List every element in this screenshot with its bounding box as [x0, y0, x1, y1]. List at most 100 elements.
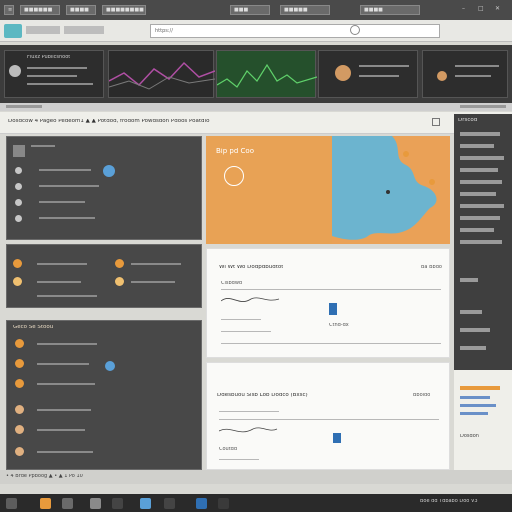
taskbar: Boe dd Tdbabo Doo V3: [0, 494, 512, 512]
app-icon[interactable]: [90, 498, 101, 509]
thumbnail-label: Fluxz Publicshoot: [27, 55, 71, 60]
doc-sub-label: Coutdd: [219, 447, 238, 452]
sidebar-item[interactable]: [460, 132, 500, 136]
sidebar-item[interactable]: [460, 168, 498, 172]
thumb-line: [27, 67, 87, 69]
close-button[interactable]: ✕: [495, 6, 500, 12]
map-view[interactable]: [332, 136, 450, 244]
signature-icon: [221, 297, 280, 302]
thumbnail-2[interactable]: [108, 50, 215, 98]
list-item-icon[interactable]: [115, 259, 124, 268]
waveform-preview-icon: [217, 63, 317, 88]
row-line: [39, 201, 85, 203]
left-panel-3: Geco Se Stoou: [6, 320, 202, 470]
doc-line: [219, 411, 279, 412]
app-icon[interactable]: [40, 498, 51, 509]
sidebar-item[interactable]: [460, 328, 490, 332]
map-shape-icon: [332, 136, 437, 240]
toolbar-item-1[interactable]: ■■■■■■: [20, 5, 60, 15]
thumbnail-3[interactable]: [216, 50, 317, 98]
list-item-icon[interactable]: [115, 277, 124, 286]
refresh-icon[interactable]: [350, 25, 360, 35]
list-item-icon[interactable]: [13, 259, 22, 268]
row-line: [37, 363, 89, 365]
thumb-line: [455, 75, 491, 77]
doc-line: [221, 289, 441, 290]
url-input[interactable]: https://: [150, 24, 440, 38]
panel-header: Geco Se Stoou: [13, 325, 54, 330]
context-text: Dosdcow 4 Pageo Pedeom1 ▲ ▲ Potdod, frod…: [8, 119, 210, 124]
sidebar-item[interactable]: [460, 204, 504, 208]
sidebar-item[interactable]: [460, 216, 500, 220]
thumbnail-1[interactable]: Fluxz Publicshoot: [4, 50, 104, 98]
doc-line: [221, 319, 261, 320]
app-icon[interactable]: [140, 498, 151, 509]
sidebar-item[interactable]: [460, 144, 494, 148]
sidebar-footer: Dosdon: [460, 434, 479, 439]
doc-right-label: Bboido: [413, 393, 431, 398]
doc-title: Ddesbuou Sisb Lob Dodco (Bxsc): [217, 393, 308, 398]
app-icon[interactable]: [164, 498, 175, 509]
status-icon[interactable]: [105, 361, 115, 371]
thumb-avatar: [9, 65, 21, 77]
list-item-icon[interactable]: [15, 447, 24, 456]
list-item-icon[interactable]: [15, 359, 24, 368]
sidebar-item[interactable]: [460, 192, 496, 196]
app-icon[interactable]: [62, 498, 73, 509]
row-bullet: [15, 215, 22, 222]
nav-back-icon[interactable]: [26, 26, 60, 34]
sidebar-item[interactable]: [460, 240, 502, 244]
doc-line: [221, 331, 271, 332]
row-line: [37, 409, 91, 411]
status-text: • 4 Brde Ppboog ▲ • ▲ 1 Po 10: [6, 474, 83, 479]
thumb-line: [455, 65, 499, 67]
sidebar-item[interactable]: [460, 346, 486, 350]
list-item-icon[interactable]: [15, 405, 24, 414]
thumb-line: [27, 75, 77, 77]
sidebar-header: Drscod: [458, 118, 478, 123]
sidebar-item[interactable]: [460, 278, 478, 282]
sidebar-item[interactable]: [460, 310, 482, 314]
thumbnail-5[interactable]: [422, 50, 508, 98]
menu-icon[interactable]: ≡: [4, 5, 14, 15]
thumbnail-4[interactable]: [318, 50, 418, 98]
row-line: [131, 281, 175, 283]
thumb-line: [359, 75, 399, 77]
doc-right-label: Ba Bbdo: [421, 265, 442, 270]
toolbar-item-5[interactable]: ■■■■■: [280, 5, 330, 15]
nav-forward-icon[interactable]: [64, 26, 104, 34]
panel-icon[interactable]: [13, 145, 25, 157]
app-icon[interactable]: [112, 498, 123, 509]
list-item-icon[interactable]: [15, 425, 24, 434]
minimize-button[interactable]: –: [462, 6, 465, 12]
doc-line: [219, 419, 439, 420]
list-item-icon[interactable]: [15, 339, 24, 348]
sidebar-card: Dosdon: [454, 370, 512, 480]
doc-side-label: Ctnd-dx: [329, 323, 349, 328]
circle-icon: [224, 166, 244, 186]
sidebar-item[interactable]: [460, 156, 504, 160]
toolbar-item-2[interactable]: ■■■■: [66, 5, 96, 15]
maximize-button[interactable]: □: [478, 6, 484, 12]
doc-line: [221, 343, 441, 344]
sidebar-item[interactable]: [460, 180, 502, 184]
toolbar-item-4[interactable]: ■■■: [230, 5, 270, 15]
sidebar-card-line: [460, 404, 496, 407]
row-line: [131, 263, 181, 265]
start-icon[interactable]: [6, 498, 17, 509]
app-icon[interactable]: [218, 498, 229, 509]
expand-icon[interactable]: [432, 118, 440, 126]
sidebar-item[interactable]: [460, 228, 494, 232]
footer-line: [460, 105, 506, 108]
list-item-icon[interactable]: [15, 379, 24, 388]
app-icon[interactable]: [196, 498, 207, 509]
row-line: [39, 169, 91, 171]
list-item-icon[interactable]: [13, 277, 22, 286]
toolbar-item-6[interactable]: ■■■■: [360, 5, 420, 15]
row-line: [37, 429, 85, 431]
app-icon[interactable]: [4, 24, 22, 38]
right-sidebar: Drscod Dosdon: [454, 114, 512, 480]
context-bar: Dosdcow 4 Pageo Pedeom1 ▲ ▲ Potdod, frod…: [0, 112, 512, 134]
status-icon[interactable]: [103, 165, 115, 177]
toolbar-item-3[interactable]: ■■■■■■■■: [102, 5, 146, 15]
